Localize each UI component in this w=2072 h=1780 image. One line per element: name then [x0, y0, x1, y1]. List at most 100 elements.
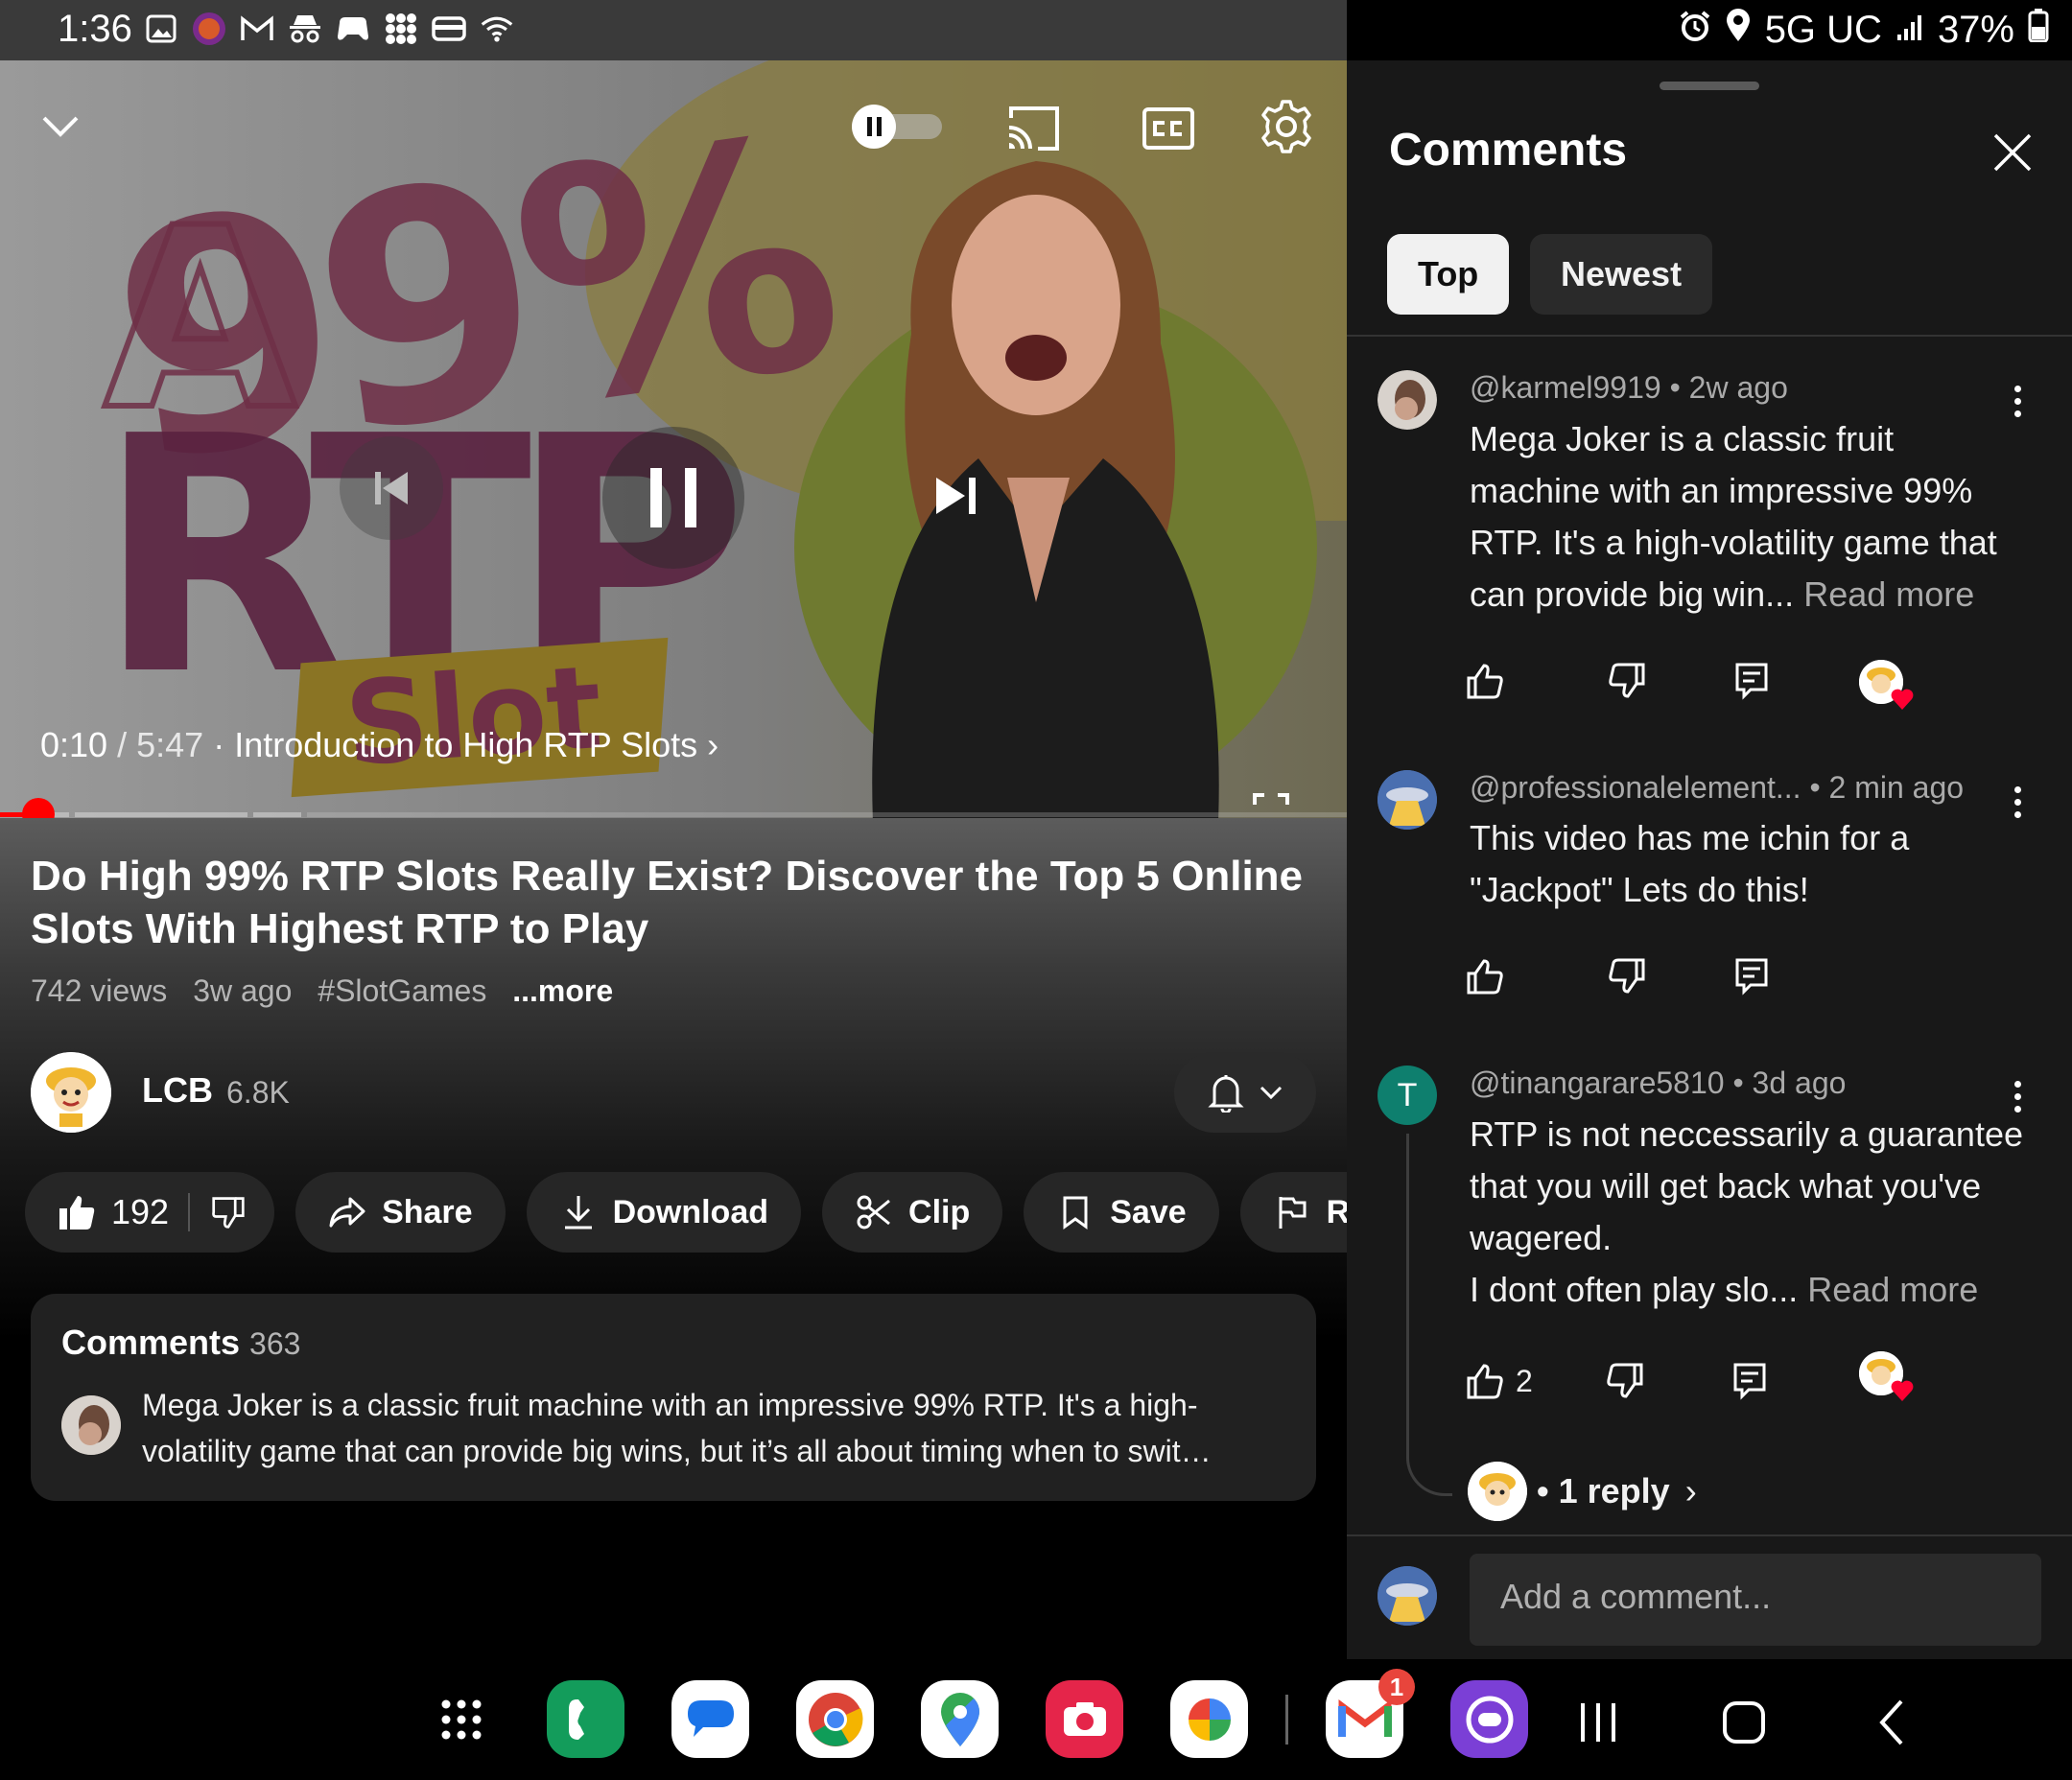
comment-time: • 2 min ago: [1809, 770, 1965, 805]
like-comment-icon[interactable]: [1466, 957, 1504, 995]
reply-count: • 1 reply: [1537, 1471, 1670, 1511]
previous-video-button[interactable]: [340, 436, 443, 540]
back-icon[interactable]: [1865, 1694, 1922, 1751]
download-icon: [559, 1193, 598, 1231]
avatar[interactable]: [1377, 370, 1437, 430]
like-dislike-button[interactable]: 192: [25, 1172, 275, 1253]
share-button[interactable]: Share: [295, 1172, 506, 1253]
dislike-icon[interactable]: [209, 1193, 247, 1231]
view-replies-button[interactable]: • 1 reply ›: [1468, 1462, 1697, 1521]
read-more-link[interactable]: Read more: [1803, 574, 1974, 614]
sort-chip-newest[interactable]: Newest: [1530, 234, 1713, 315]
save-button[interactable]: Save: [1024, 1172, 1219, 1253]
like-comment-button[interactable]: 2: [1466, 1362, 1533, 1400]
network-label: 5G UC: [1764, 8, 1882, 51]
comments-preview-heading: Comments 363: [61, 1323, 301, 1362]
subscription-bell-button[interactable]: [1174, 1052, 1316, 1133]
comments-count: 363: [249, 1326, 301, 1361]
cast-icon[interactable]: [1005, 103, 1063, 154]
comments-panel: Comments Top Newest @karmel9919 • 2w ago…: [1347, 60, 2072, 1659]
camera-app-icon[interactable]: [1046, 1680, 1123, 1758]
like-count: 192: [111, 1192, 170, 1231]
reply-comment-icon[interactable]: [1734, 662, 1769, 700]
comment-like-count: 2: [1516, 1363, 1533, 1398]
channel-avatar[interactable]: [31, 1052, 111, 1133]
location-icon: [1725, 8, 1752, 52]
avatar[interactable]: T: [1377, 1066, 1437, 1125]
play-pause-button[interactable]: [602, 427, 744, 569]
autoplay-toggle-icon[interactable]: [850, 103, 946, 151]
reply-comment-icon[interactable]: [1734, 957, 1769, 995]
home-icon[interactable]: [1715, 1694, 1773, 1751]
video-details: Do High 99% RTP Slots Really Exist? Disc…: [0, 818, 1465, 1659]
like-comment-icon[interactable]: [1466, 662, 1504, 700]
download-button[interactable]: Download: [526, 1172, 802, 1253]
comment-header: @professionalelement... • 2 min ago: [1470, 770, 1964, 806]
channel-name[interactable]: LCB: [142, 1070, 213, 1111]
collapse-chevron-down-icon[interactable]: [38, 104, 82, 148]
comment-body: RTP is not neccessarily a guarantee that…: [1470, 1114, 2023, 1309]
current-time: 0:10: [40, 725, 108, 764]
wallet-icon: [432, 12, 466, 46]
flag-icon: [1273, 1193, 1311, 1231]
like-comment-icon: [1467, 1364, 1503, 1399]
next-video-button[interactable]: [906, 444, 1009, 548]
chapter-title[interactable]: · Introduction to High RTP Slots: [213, 725, 697, 764]
comment-author[interactable]: @karmel9919: [1470, 370, 1661, 405]
chrome-app-icon[interactable]: [796, 1680, 874, 1758]
video-player[interactable]: A 99% RTP Slot 0:10 / 5:47 · Introductio…: [0, 60, 1347, 818]
show-more-link[interactable]: ...more: [512, 973, 613, 1008]
chapter-chevron: ›: [707, 725, 719, 764]
read-more-link[interactable]: Read more: [1807, 1270, 1978, 1309]
comment-author[interactable]: @professionalelement...: [1470, 770, 1801, 805]
comments-preview-text: Mega Joker is a classic fruit machine wi…: [142, 1388, 1212, 1468]
video-title[interactable]: Do High 99% RTP Slots Really Exist? Disc…: [31, 850, 1316, 955]
reply-thread-line: [1406, 1134, 1452, 1496]
my-avatar: [1377, 1566, 1437, 1626]
photos-app-icon[interactable]: [1170, 1680, 1248, 1758]
video-meta[interactable]: 742 views 3w ago #SlotGames ...more: [31, 973, 630, 1009]
dislike-comment-icon[interactable]: [1608, 957, 1646, 995]
apps-grid-icon[interactable]: [422, 1680, 500, 1758]
drag-handle[interactable]: [1660, 82, 1759, 90]
comment-body: This video has me ichin for a "Jackpot" …: [1470, 818, 1910, 909]
close-icon[interactable]: [1991, 131, 2034, 174]
messages-app-icon[interactable]: [671, 1680, 749, 1758]
phone-app-icon[interactable]: [547, 1680, 624, 1758]
avatar[interactable]: [1377, 770, 1437, 830]
settings-gear-icon[interactable]: [1259, 99, 1314, 154]
comment-time: • 3d ago: [1732, 1066, 1847, 1100]
like-filled-icon[interactable]: [58, 1193, 96, 1231]
download-label: Download: [612, 1193, 769, 1230]
dislike-comment-icon[interactable]: [1608, 662, 1646, 700]
gallery-icon: [144, 12, 178, 46]
taskbar: 1: [0, 1659, 2072, 1780]
captions-icon[interactable]: [1142, 103, 1195, 154]
sort-chip-top[interactable]: Top: [1387, 234, 1510, 315]
comment-author[interactable]: @tinangarare5810: [1470, 1066, 1725, 1100]
next-icon: [936, 478, 976, 514]
app-dock: 1: [422, 1669, 1528, 1758]
wifi-icon: [480, 12, 514, 46]
maps-app-icon[interactable]: [921, 1680, 999, 1758]
dislike-comment-icon[interactable]: [1606, 1362, 1644, 1400]
time-separator: /: [117, 725, 128, 764]
battery-icon: [2028, 8, 2049, 52]
share-label: Share: [382, 1193, 473, 1230]
thumbnail-presenter-image: [872, 161, 1219, 818]
upload-age: 3w ago: [193, 973, 293, 1008]
hashtag-link[interactable]: #SlotGames: [318, 973, 486, 1008]
add-comment-input[interactable]: Add a comment...: [1470, 1554, 2041, 1646]
seek-bar[interactable]: [0, 798, 1347, 831]
bookmark-icon: [1056, 1193, 1095, 1231]
comments-preview-card[interactable]: Comments 363 Mega Joker is a classic frui…: [31, 1294, 1316, 1501]
time-and-chapter[interactable]: 0:10 / 5:47 · Introduction to High RTP S…: [40, 725, 718, 765]
reply-comment-icon[interactable]: [1732, 1362, 1767, 1400]
clip-button[interactable]: Clip: [822, 1172, 1003, 1253]
gmail-app-icon[interactable]: 1: [1326, 1669, 1415, 1758]
creator-heart-icon: [1859, 1351, 1914, 1401]
recents-icon[interactable]: [1569, 1694, 1627, 1751]
chat-app-icon[interactable]: [1450, 1680, 1528, 1758]
clock: 1:36: [58, 8, 132, 50]
thumbnail-slot-word: Slot: [341, 641, 606, 793]
